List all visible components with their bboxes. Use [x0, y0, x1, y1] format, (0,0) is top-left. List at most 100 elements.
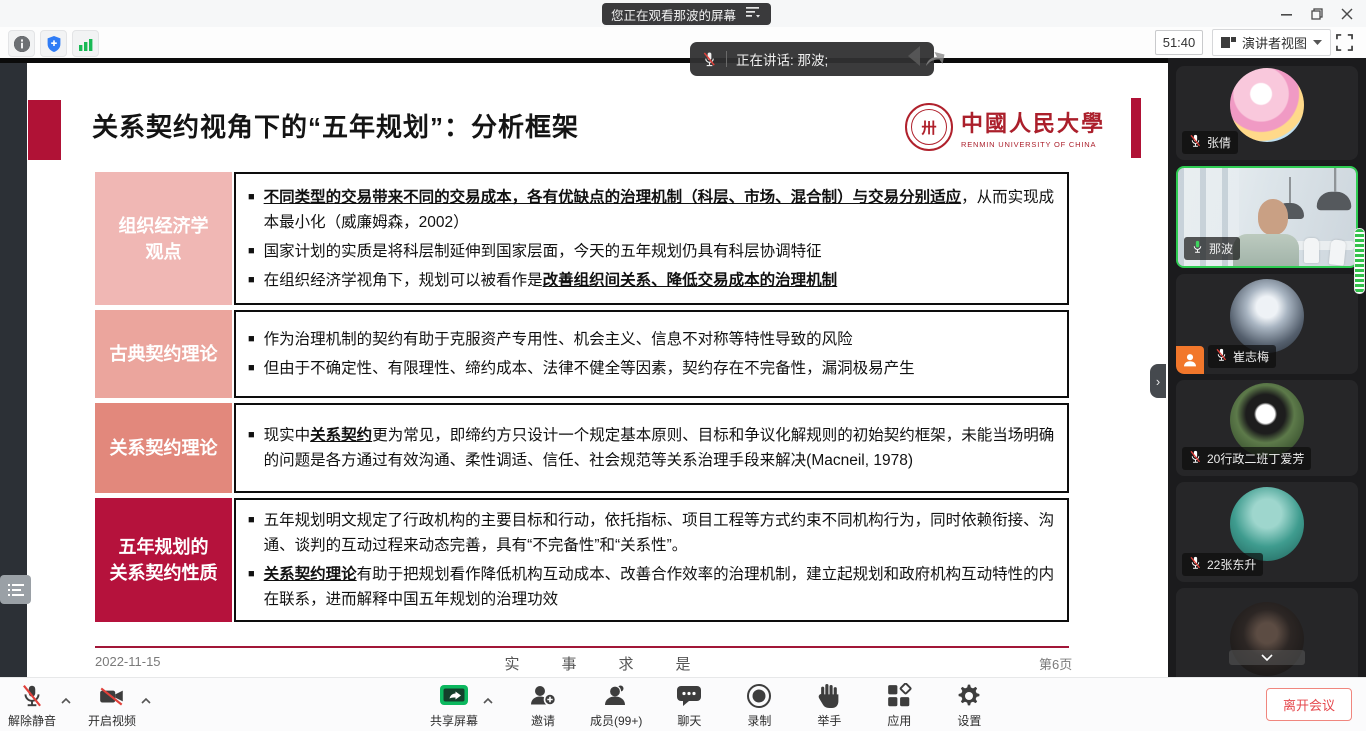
participant-tile[interactable]: 20行政二班丁爱芳 — [1176, 380, 1358, 476]
network-signal-icon[interactable] — [72, 30, 99, 57]
annotation-arrows-icon — [904, 44, 948, 72]
apps-button[interactable]: 应用 — [876, 682, 922, 729]
bullet-marker: ■ — [248, 568, 255, 612]
block-content: ■五年规划明文规定了行政机构的主要目标和行动，依托指标、项目工程等方式约束不同机… — [234, 498, 1069, 622]
security-shield-icon[interactable] — [40, 30, 67, 57]
divider — [726, 51, 727, 67]
participant-name: 22张东升 — [1207, 556, 1256, 573]
mic-muted-icon — [19, 682, 45, 710]
members-button[interactable]: 成员(99+) — [590, 682, 642, 729]
gear-icon — [956, 682, 982, 710]
scroll-more-participants-button[interactable] — [1229, 650, 1305, 665]
slide-bullet: ■五年规划明文规定了行政机构的主要目标和行动，依托指标、项目工程等方式约束不同机… — [244, 508, 1055, 558]
slide-bullet: ■不同类型的交易带来不同的交易成本，各有优缺点的治理机制（科层、市场、混合制）与… — [244, 185, 1055, 235]
university-seal-icon: 卅 — [905, 103, 953, 151]
slide-footer-rule — [95, 646, 1069, 648]
banner-menu-icon[interactable] — [746, 7, 762, 21]
participant-name-tag: 崔志梅 — [1208, 345, 1276, 368]
share-options-caret[interactable] — [482, 692, 494, 729]
block-content: ■不同类型的交易带来不同的交易成本，各有优缺点的治理机制（科层、市场、混合制）与… — [234, 172, 1069, 305]
chevron-down-icon — [1313, 40, 1322, 46]
mute-options-caret[interactable] — [60, 692, 72, 710]
view-mode-selector[interactable]: 演讲者视图 — [1212, 29, 1331, 56]
apps-grid-icon — [886, 682, 912, 710]
participant-name-tag: 20行政二班丁爱芳 — [1182, 447, 1311, 470]
bullet-marker: ■ — [248, 514, 255, 558]
participant-name: 20行政二班丁爱芳 — [1207, 450, 1304, 467]
participant-name-tag: 那波 — [1184, 237, 1240, 260]
members-icon — [602, 682, 630, 710]
block-label: 关系契约理论 — [95, 403, 232, 493]
start-video-button[interactable]: 开启视频 — [88, 682, 136, 729]
bullet-marker: ■ — [248, 191, 255, 235]
raise-hand-button[interactable]: 举手 — [806, 682, 852, 729]
bullet-marker: ■ — [248, 333, 255, 352]
mic-on-icon — [1191, 240, 1204, 257]
restore-button[interactable] — [1302, 1, 1332, 26]
avatar — [1230, 279, 1304, 353]
slide-block-row: 五年规划的关系契约性质■五年规划明文规定了行政机构的主要目标和行动，依托指标、项… — [95, 498, 1069, 622]
share-screen-button[interactable]: 共享屏幕 — [430, 682, 478, 729]
meeting-info-icon[interactable] — [8, 30, 35, 57]
mic-muted-icon — [1189, 450, 1202, 467]
fullscreen-button[interactable] — [1332, 30, 1356, 54]
invite-button[interactable]: 邀请 — [520, 682, 566, 729]
block-content: ■作为治理机制的契约有助于克服资产专用性、机会主义、信息不对称等特性导致的风险■… — [234, 310, 1069, 398]
participant-name: 张倩 — [1207, 134, 1231, 151]
active-speaker-text: 正在讲话: 那波; — [736, 49, 828, 69]
avatar — [1230, 487, 1304, 561]
record-button[interactable]: 录制 — [736, 682, 782, 729]
video-options-caret[interactable] — [140, 692, 152, 710]
sidebar-list-toggle[interactable] — [0, 575, 31, 604]
participant-tile[interactable]: 崔志梅 — [1176, 274, 1358, 374]
slide-motto: 实事求是 — [504, 653, 732, 674]
chat-button[interactable]: 聊天 — [666, 682, 712, 729]
participant-tile[interactable]: 22张东升 — [1176, 482, 1358, 582]
participant-tile[interactable]: 张倩 — [1176, 66, 1358, 160]
bottom-toolbar: 解除静音 开启视频 共享屏幕 邀请 成员 — [0, 677, 1366, 731]
slide-block-row: 古典契约理论■作为治理机制的契约有助于克服资产专用性、机会主义、信息不对称等特性… — [95, 310, 1069, 398]
mic-muted-icon — [1189, 134, 1202, 151]
university-logo: 卅 中國人民大學 RENMIN UNIVERSITY OF CHINA — [905, 103, 1105, 151]
participant-tile[interactable]: 那波 — [1176, 166, 1358, 268]
watching-banner-text: 您正在观看那波的屏幕 — [611, 5, 736, 24]
close-button[interactable] — [1332, 1, 1362, 26]
sidebar-collapse-tab[interactable]: › — [1150, 364, 1166, 398]
block-label: 古典契约理论 — [95, 310, 232, 398]
slide-block-row: 组织经济学观点■不同类型的交易带来不同的交易成本，各有优缺点的治理机制（科层、市… — [95, 172, 1069, 305]
camera-off-icon — [98, 682, 126, 710]
participant-name: 那波 — [1209, 240, 1233, 257]
mic-muted-icon — [1189, 556, 1202, 573]
bullet-marker: ■ — [248, 274, 255, 293]
unmute-button[interactable]: 解除静音 — [8, 682, 56, 729]
block-label: 组织经济学观点 — [95, 172, 232, 305]
university-name-cn: 中國人民大學 — [961, 106, 1105, 138]
bullet-marker: ■ — [248, 245, 255, 264]
layout-icon — [1221, 36, 1236, 49]
watching-banner[interactable]: 您正在观看那波的屏幕 — [602, 3, 771, 25]
meeting-window: 您正在观看那波的屏幕 51:40 演讲者视图 正在讲话: 那波; 关系契约视角下… — [0, 0, 1366, 731]
slide-bullet: ■但由于不确定性、有限理性、缔约成本、法律不健全等因素，契约存在不完备性，漏洞极… — [244, 356, 1055, 381]
slide-bullet: ■现实中关系契约更为常见，即缔约方只设计一个规定基本原则、目标和争议化解规则的初… — [244, 423, 1055, 473]
meeting-timer: 51:40 — [1155, 30, 1203, 55]
minimize-button[interactable] — [1272, 1, 1302, 26]
avatar — [1230, 68, 1304, 142]
mic-muted-icon — [1215, 348, 1228, 365]
share-screen-icon — [439, 682, 469, 710]
bullet-marker: ■ — [248, 362, 255, 381]
participant-name-tag: 22张东升 — [1182, 553, 1263, 576]
slide-accent-square — [28, 100, 61, 160]
window-controls — [1272, 0, 1362, 27]
slide-date: 2022-11-15 — [95, 654, 161, 669]
leave-meeting-button[interactable]: 离开会议 — [1266, 688, 1352, 721]
slide-bullet: ■关系契约理论有助于把规划看作降低机构互动成本、改善合作效率的治理机制，建立起规… — [244, 562, 1055, 612]
slide-accent-bar — [1131, 98, 1141, 158]
slide-bullet: ■国家计划的实质是将科层制延伸到国家层面，今天的五年规划仍具有科层协调特征 — [244, 239, 1055, 264]
view-mode-label: 演讲者视图 — [1242, 33, 1307, 52]
avatar — [1230, 383, 1304, 457]
participant-name-tag: 张倩 — [1182, 131, 1238, 154]
settings-button[interactable]: 设置 — [946, 682, 992, 729]
sidebar-scrollbar[interactable] — [1354, 228, 1365, 294]
bullet-marker: ■ — [248, 429, 255, 473]
university-name-en: RENMIN UNIVERSITY OF CHINA — [961, 140, 1105, 149]
